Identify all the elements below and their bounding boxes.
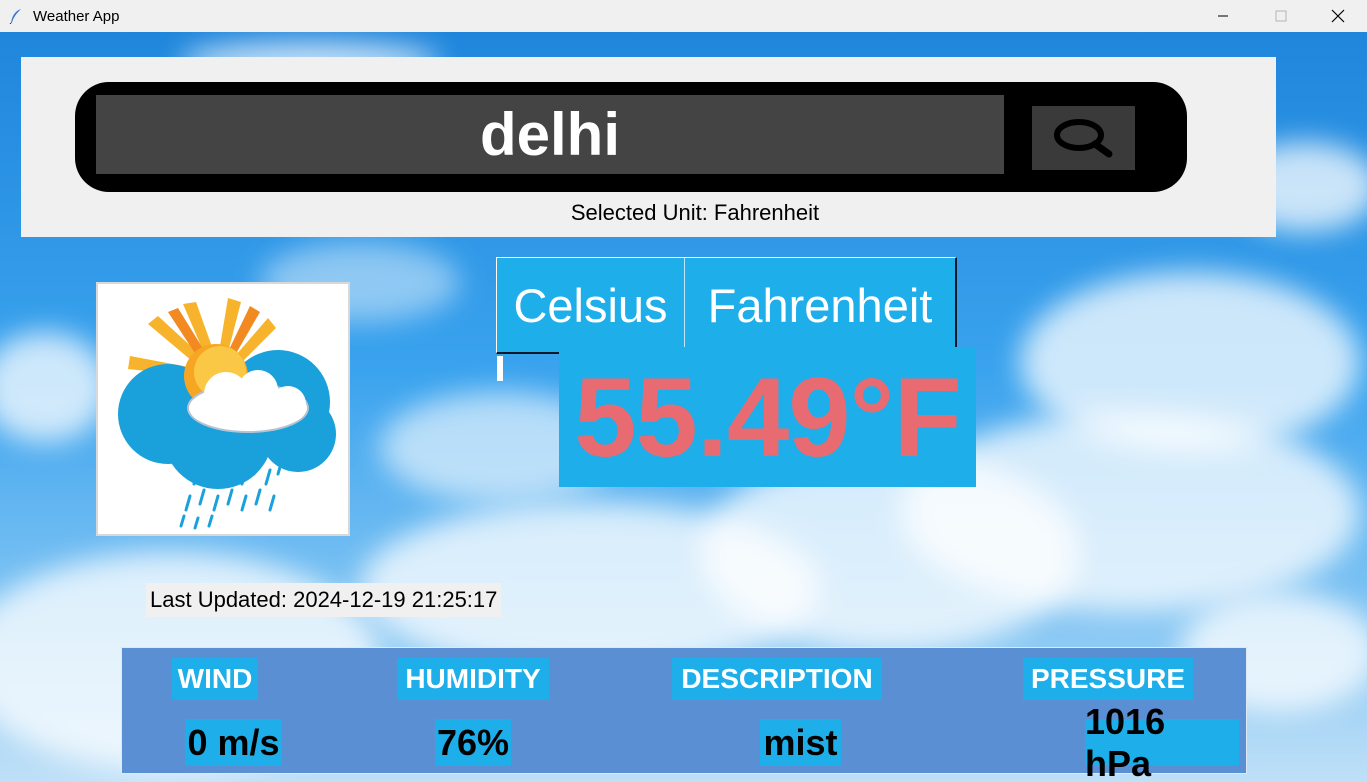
fahrenheit-button[interactable]: Fahrenheit (685, 258, 955, 352)
humidity-label: HUMIDITY (397, 658, 549, 700)
wind-value: 0 m/s (185, 719, 282, 766)
minimize-icon (1218, 15, 1228, 17)
search-bar (75, 82, 1187, 192)
city-search-input[interactable] (96, 95, 1004, 174)
close-button[interactable] (1309, 0, 1367, 32)
pressure-value: 1016 hPa (1085, 701, 1239, 782)
weather-stats-panel: WIND HUMIDITY DESCRIPTION PRESSURE 0 m/s… (121, 647, 1247, 782)
wind-label: WIND (172, 658, 258, 700)
maximize-button[interactable] (1252, 0, 1310, 32)
close-icon (1331, 9, 1345, 23)
minimize-button[interactable] (1194, 0, 1252, 32)
humidity-value: 76% (435, 719, 511, 766)
celsius-button[interactable]: Celsius (497, 258, 685, 352)
selected-unit-label: Selected Unit: Fahrenheit (570, 200, 820, 225)
description-label: DESCRIPTION (672, 658, 882, 700)
sun-cloud-rain-icon (118, 298, 336, 530)
search-panel: Selected Unit: Fahrenheit (21, 57, 1276, 237)
title-bar: Weather App (0, 0, 1367, 32)
search-button[interactable] (1032, 106, 1135, 170)
description-value: mist (760, 719, 841, 766)
pressure-label: PRESSURE (1023, 658, 1193, 700)
unit-toggle: Celsius Fahrenheit (496, 257, 957, 354)
weather-condition-image (96, 282, 350, 536)
window-title: Weather App (33, 7, 120, 25)
maximize-icon (1275, 10, 1287, 22)
search-icon (1053, 119, 1112, 158)
toggle-indicator (497, 356, 503, 381)
temperature-display: 55.49°F (559, 347, 976, 487)
feather-icon (9, 9, 21, 24)
last-updated-label: Last Updated: 2024-12-19 21:25:17 (146, 583, 502, 617)
